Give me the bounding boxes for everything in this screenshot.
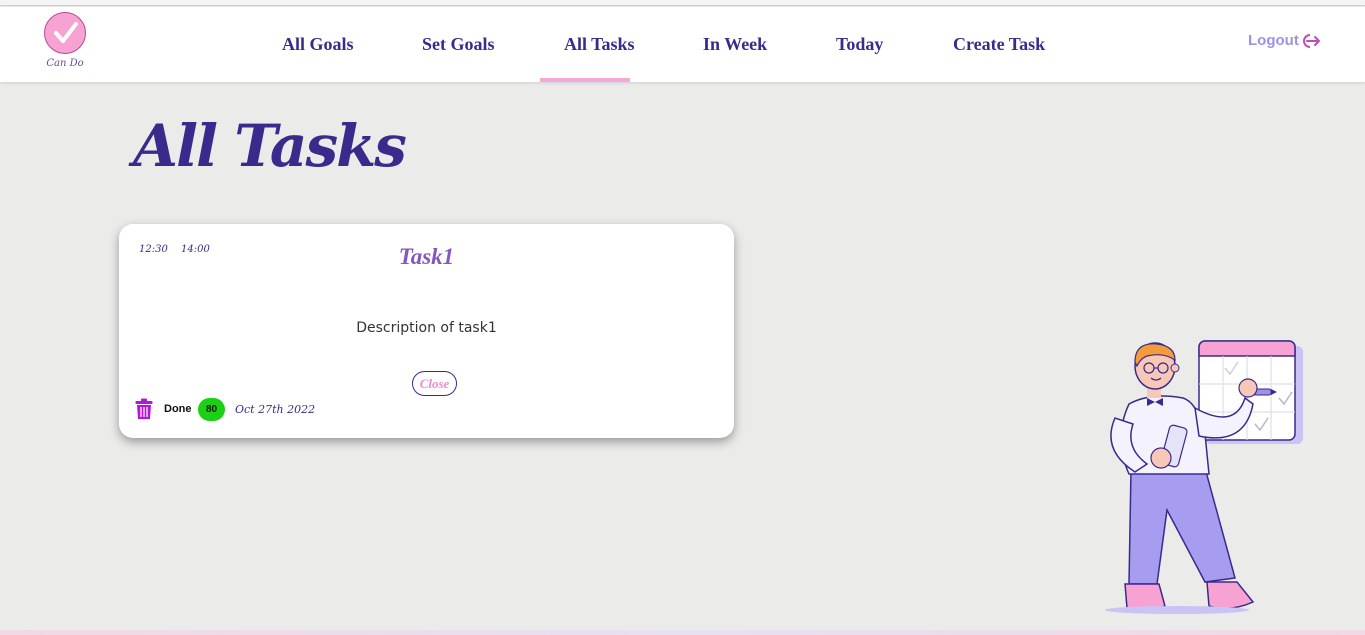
score-badge: 80 <box>198 398 225 421</box>
window-top-border <box>0 0 1365 6</box>
task-date: Oct 27th 2022 <box>235 403 316 416</box>
nav-create-task[interactable]: Create Task <box>953 34 1045 55</box>
navbar: Can Do All Goals Set Goals All Tasks In … <box>0 7 1365 82</box>
nav-in-week[interactable]: In Week <box>703 34 767 55</box>
nav-active-indicator <box>540 78 630 82</box>
trash-icon[interactable] <box>135 398 153 425</box>
bottom-border <box>0 630 1365 635</box>
nav-today[interactable]: Today <box>836 34 883 55</box>
nav-set-goals[interactable]: Set Goals <box>422 34 495 55</box>
checkmark-icon <box>44 12 86 54</box>
page-title: All Tasks <box>133 112 407 180</box>
app-logo[interactable]: Can Do <box>40 12 90 74</box>
brand-name: Can Do <box>46 58 84 69</box>
logout-label: Logout <box>1248 32 1299 49</box>
close-button[interactable]: Close <box>412 371 457 396</box>
task-status-label: Done <box>164 403 192 415</box>
logout-button[interactable]: Logout <box>1248 32 1321 49</box>
person-with-calendar-illustration <box>1095 338 1310 618</box>
nav-all-goals[interactable]: All Goals <box>282 34 354 55</box>
task-card: 12:30 14:00 Task1 Description of task1 C… <box>119 224 734 438</box>
task-description: Description of task1 <box>356 320 497 336</box>
logout-arrow-icon <box>1302 33 1320 48</box>
nav-all-tasks[interactable]: All Tasks <box>564 34 635 55</box>
task-title: Task1 <box>398 244 455 269</box>
